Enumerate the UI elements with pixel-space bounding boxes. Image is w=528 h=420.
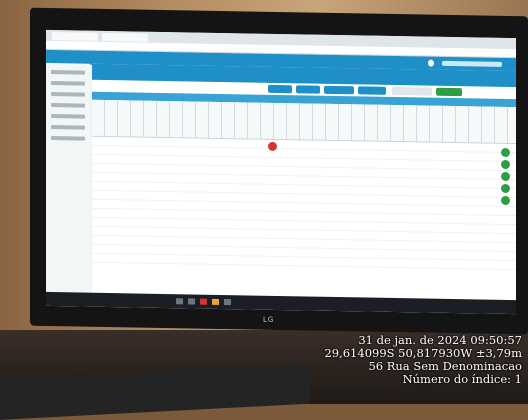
row-action-button[interactable] (501, 147, 510, 158)
photo-timestamp-overlay: 31 de jan. de 2024 09:50:57 29,614099S 5… (324, 334, 522, 386)
row-action-button[interactable] (501, 195, 510, 206)
bell-icon[interactable] (428, 59, 434, 67)
sidebar-item[interactable] (51, 136, 85, 141)
sidebar (46, 62, 90, 293)
sidebar-item[interactable] (51, 114, 85, 119)
sidebar-item[interactable] (51, 103, 85, 108)
taskbar-icon[interactable] (176, 298, 183, 305)
toolbar-button[interactable] (436, 87, 462, 97)
sidebar-item[interactable] (51, 70, 85, 75)
browser-tab[interactable] (102, 32, 148, 42)
sidebar-item[interactable] (51, 92, 85, 97)
taskbar-icon[interactable] (200, 298, 207, 305)
stamp-index: Número do índice: 1 (402, 372, 522, 386)
status-indicator-red (268, 141, 277, 151)
toolbar-button[interactable] (296, 85, 320, 94)
taskbar-icon[interactable] (224, 299, 231, 306)
main-content (92, 63, 516, 301)
browser-tab[interactable] (52, 32, 98, 41)
toolbar-button[interactable] (358, 86, 386, 95)
monitor: LG (30, 7, 528, 335)
taskbar-icon[interactable] (188, 298, 195, 305)
row-action-button[interactable] (501, 183, 510, 194)
row-action-button[interactable] (501, 171, 510, 182)
toolbar-button[interactable] (324, 85, 354, 95)
sidebar-item[interactable] (51, 125, 85, 130)
taskbar-icon[interactable] (212, 298, 219, 305)
row-action-button[interactable] (501, 159, 510, 170)
monitor-logo: LG (263, 315, 275, 324)
toolbar-button[interactable] (268, 84, 292, 94)
monitor-screen (46, 29, 516, 315)
user-menu[interactable] (442, 60, 502, 67)
toolbar-select[interactable] (392, 86, 432, 96)
grid-rows (92, 136, 516, 275)
sidebar-item[interactable] (51, 81, 85, 86)
